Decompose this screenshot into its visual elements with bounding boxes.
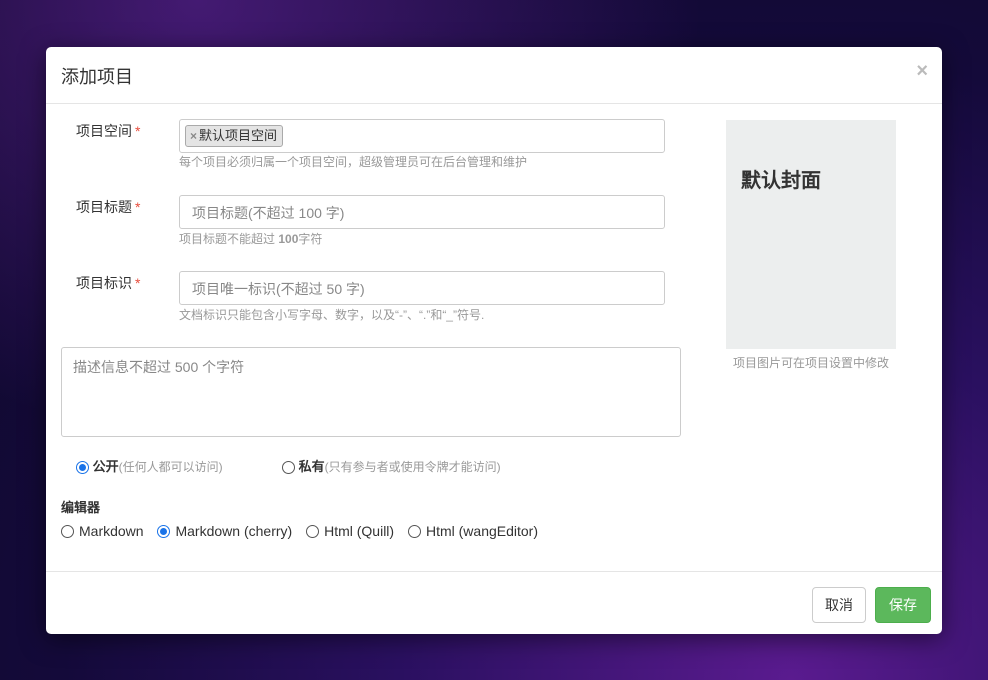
- identify-label: 项目标识 *: [76, 273, 140, 293]
- visibility-private-option[interactable]: 私有(只有参与者或使用令牌才能访问): [282, 456, 501, 475]
- cover-title: 默认封面: [741, 170, 821, 192]
- editor-option-html-quill[interactable]: Html (Quill): [306, 523, 394, 539]
- title-help-number: 100: [278, 232, 299, 246]
- cancel-button[interactable]: 取消: [812, 587, 866, 623]
- space-tag-label: 默认项目空间: [199, 128, 278, 143]
- editor-title: 编辑器: [61, 500, 101, 515]
- editor-option-markdown[interactable]: Markdown: [61, 523, 144, 539]
- private-radio[interactable]: [282, 461, 295, 475]
- identify-help: 文档标识只能包含小写字母、数字，以及“-”、“.”和“_”符号.: [179, 308, 485, 322]
- editor-option-label: Markdown (cherry): [175, 523, 293, 539]
- add-project-modal: 添加项目 × 项目空间 * × 默认项目空间 每个项目必须归属一个项目空间，超级管理…: [46, 47, 942, 634]
- private-label: 私有: [298, 459, 325, 474]
- editor-option-label: Html (Quill): [324, 523, 395, 539]
- project-title-input[interactable]: 项目标题(不超过 100 字): [179, 195, 665, 229]
- description-placeholder: 描述信息不超过 500 个字符: [73, 359, 245, 375]
- space-label: 项目空间 *: [76, 121, 140, 141]
- private-note: (只有参与者或使用令牌才能访问): [324, 460, 501, 474]
- editor-option-html-wangeditor[interactable]: Html (wangEditor): [407, 523, 538, 539]
- required-mark: *: [135, 123, 141, 139]
- space-label-text: 项目空间: [76, 123, 132, 139]
- editor-radio[interactable]: [157, 524, 171, 538]
- modal-footer: 取消 保存: [46, 571, 942, 635]
- cover-image: 默认封面: [726, 120, 896, 349]
- cover-help: 项目图片可在项目设置中修改: [733, 356, 890, 370]
- close-icon[interactable]: ×: [916, 60, 928, 83]
- public-radio[interactable]: [76, 461, 89, 475]
- project-identify-input[interactable]: 项目唯一标识(不超过 50 字): [179, 271, 665, 305]
- space-help: 每个项目必须归属一个项目空间，超级管理员可在后台管理和维护: [179, 155, 528, 169]
- editor-option-label: Markdown: [79, 523, 144, 539]
- editor-option-label: Html (wangEditor): [425, 523, 538, 539]
- required-mark: *: [135, 199, 141, 215]
- title-help-prefix: 项目标题不能超过: [179, 232, 279, 246]
- identify-label-text: 项目标识: [76, 275, 132, 291]
- modal-title: 添加项目: [61, 67, 133, 87]
- title-help-suffix: 字符: [298, 232, 323, 246]
- editor-radio[interactable]: [61, 524, 74, 538]
- editor-radio[interactable]: [407, 524, 421, 538]
- title-label: 项目标题 *: [76, 197, 140, 217]
- required-mark: *: [135, 275, 141, 291]
- public-note: (任何人都可以访问): [118, 460, 223, 474]
- identify-placeholder: 项目唯一标识(不超过 50 字): [192, 281, 365, 297]
- tag-remove-icon[interactable]: ×: [190, 129, 197, 143]
- public-label: 公开: [92, 459, 119, 474]
- title-help: 项目标题不能超过 100字符: [179, 230, 322, 247]
- modal-header: 添加项目 ×: [46, 47, 942, 104]
- space-select[interactable]: × 默认项目空间: [179, 119, 665, 153]
- editor-options: Markdown Markdown (cherry) Html (Quill) …: [61, 523, 548, 539]
- description-textarea[interactable]: 描述信息不超过 500 个字符: [61, 347, 681, 437]
- editor-radio[interactable]: [306, 524, 320, 538]
- title-label-text: 项目标题: [76, 199, 132, 215]
- space-tag: × 默认项目空间: [185, 125, 284, 147]
- visibility-public-option[interactable]: 公开(任何人都可以访问): [76, 456, 223, 475]
- save-button[interactable]: 保存: [875, 587, 931, 623]
- title-placeholder: 项目标题(不超过 100 字): [192, 205, 345, 221]
- editor-option-markdown-cherry[interactable]: Markdown (cherry): [157, 523, 292, 539]
